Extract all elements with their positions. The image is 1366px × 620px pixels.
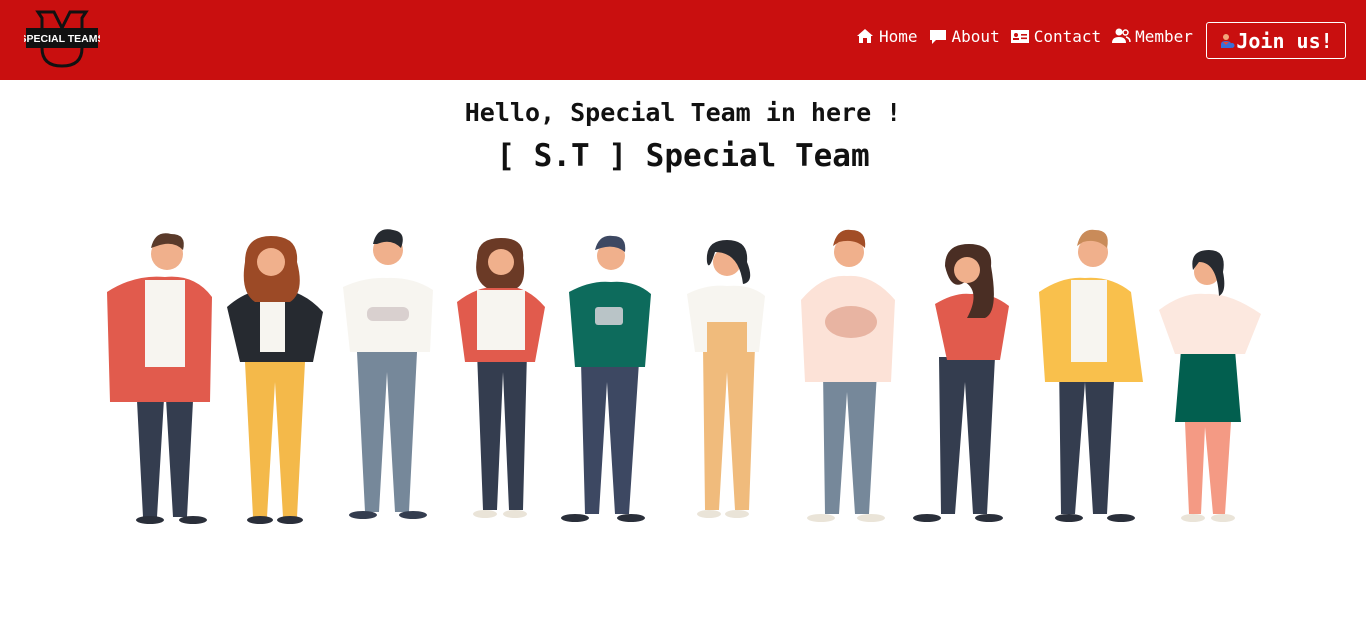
person-7-figure <box>801 229 895 522</box>
nav-contact[interactable]: Contact <box>1010 26 1101 46</box>
nav-links: Home About Contact Member <box>855 26 1203 46</box>
person-1-figure <box>107 233 212 524</box>
hero-title: [ S.T ] Special Team <box>496 138 870 174</box>
person-2-figure <box>227 236 323 524</box>
nav-about[interactable]: About <box>928 26 1000 46</box>
users-icon <box>1111 26 1131 46</box>
nav-contact-label: Contact <box>1033 26 1102 46</box>
chat-bubble-icon <box>928 26 948 46</box>
person-5-figure <box>561 235 651 522</box>
join-us-label: Join us! <box>1236 28 1333 53</box>
person-3-figure <box>343 229 433 519</box>
person-10-figure <box>1159 250 1261 522</box>
person-4-figure <box>457 238 545 518</box>
home-icon <box>855 26 875 46</box>
nav-member-label: Member <box>1135 26 1193 46</box>
join-us-button[interactable]: Join us! <box>1206 22 1346 59</box>
team-illustration <box>95 222 1270 532</box>
person-6-figure <box>687 240 765 518</box>
nav-member[interactable]: Member <box>1111 26 1193 46</box>
logo-text: SPECIAL TEAMS <box>24 33 100 45</box>
person-8-figure <box>913 244 1009 522</box>
nav-home[interactable]: Home <box>855 26 918 46</box>
navbar: SPECIAL TEAMS Home About Contact Memb <box>0 0 1366 80</box>
logo[interactable]: SPECIAL TEAMS <box>20 8 104 68</box>
person-add-icon <box>1219 33 1235 49</box>
hero-greeting: Hello, Special Team in here ! <box>464 98 902 127</box>
nav-about-label: About <box>951 26 1000 46</box>
nav-home-label: Home <box>879 26 918 46</box>
person-9-figure <box>1039 229 1143 522</box>
contact-card-icon <box>1010 26 1030 46</box>
